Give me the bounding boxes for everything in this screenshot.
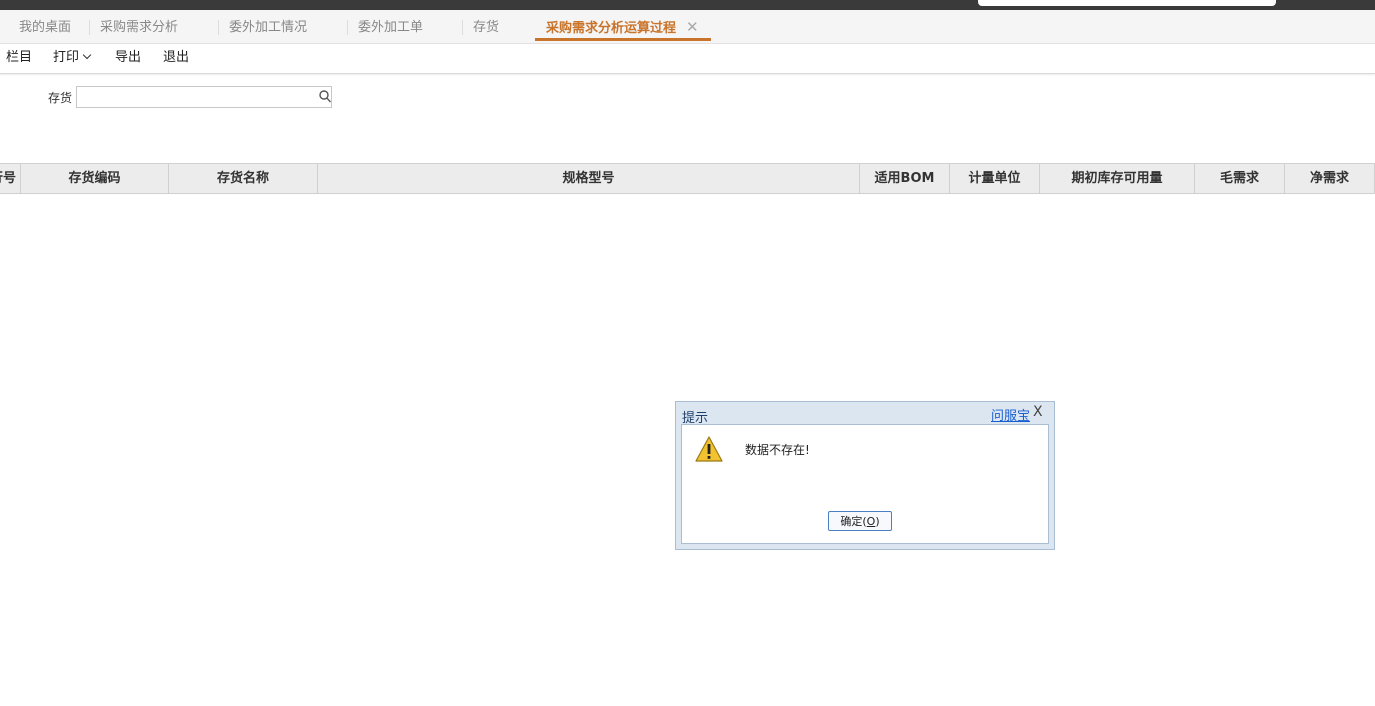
column-header-row-number[interactable]: 行号	[0, 164, 21, 193]
chevron-down-icon	[82, 50, 92, 60]
ok-button[interactable]: 确定(O)	[828, 511, 892, 531]
tab-outsourcing-order[interactable]: 委外加工单	[358, 10, 423, 41]
column-header-opening-stock[interactable]: 期初库存可用量	[1040, 164, 1195, 193]
toolbar: 栏目 打印 导出 退出	[0, 44, 1375, 74]
warning-icon	[695, 436, 723, 462]
tab-separator	[347, 20, 348, 35]
tab-label: 委外加工单	[358, 20, 424, 35]
columns-button[interactable]: 栏目	[6, 44, 32, 72]
close-icon[interactable]: X	[1033, 404, 1043, 420]
tab-label: 我的桌面	[19, 20, 72, 35]
dialog-body: 数据不存在! 确定(O)	[681, 424, 1049, 544]
tab-bar: 我的桌面 采购需求分析 委外加工情况 委外加工单 存货 采购需求分析运算过程 ✕	[0, 10, 1375, 44]
tab-label: 委外加工情况	[229, 20, 308, 35]
column-header-spec-model[interactable]: 规格型号	[318, 164, 860, 193]
export-button[interactable]: 导出	[115, 44, 141, 72]
ok-label-suffix: )	[875, 515, 880, 528]
tab-outsourcing-status[interactable]: 委外加工情况	[229, 10, 307, 41]
top-search-field[interactable]	[978, 0, 1276, 6]
inventory-filter-label: 存货	[48, 91, 73, 105]
print-button[interactable]: 打印	[53, 44, 92, 72]
help-link[interactable]: 问服宝	[991, 405, 1030, 424]
tab-label: 存货	[473, 20, 500, 35]
message-dialog: 提示 问服宝 X 数据不存在! 确定(O)	[675, 401, 1055, 550]
print-label: 打印	[53, 50, 80, 65]
column-header-net-demand[interactable]: 净需求	[1285, 164, 1375, 193]
column-header-item-code[interactable]: 存货编码	[21, 164, 169, 193]
inventory-filter-input[interactable]	[79, 88, 313, 108]
column-header-gross-demand[interactable]: 毛需求	[1195, 164, 1285, 193]
tab-purchase-demand-analysis[interactable]: 采购需求分析	[100, 10, 178, 41]
grid-header: 行号 存货编码 存货名称 规格型号 适用BOM 计量单位 期初库存可用量 毛需求…	[0, 163, 1375, 194]
tab-inventory[interactable]: 存货	[473, 10, 499, 41]
tab-separator	[218, 20, 219, 35]
tab-separator	[462, 20, 463, 35]
column-header-item-name[interactable]: 存货名称	[169, 164, 318, 193]
column-header-unit[interactable]: 计量单位	[950, 164, 1040, 193]
top-bar	[0, 0, 1375, 10]
tab-separator	[89, 20, 90, 35]
tab-label: 采购需求分析	[100, 20, 179, 35]
dialog-message: 数据不存在!	[745, 443, 810, 457]
search-icon[interactable]	[319, 90, 331, 104]
tab-my-desktop[interactable]: 我的桌面	[19, 10, 71, 41]
ok-label-prefix: 确定(	[840, 515, 867, 528]
exit-button[interactable]: 退出	[163, 44, 189, 72]
column-header-applicable-bom[interactable]: 适用BOM	[860, 164, 950, 193]
tab-label: 采购需求分析运算过程	[546, 21, 677, 36]
tab-purchase-demand-calculation[interactable]: 采购需求分析运算过程 ✕	[535, 10, 711, 41]
tab-close-icon[interactable]: ✕	[686, 18, 699, 36]
inventory-filter-field[interactable]	[76, 86, 332, 108]
